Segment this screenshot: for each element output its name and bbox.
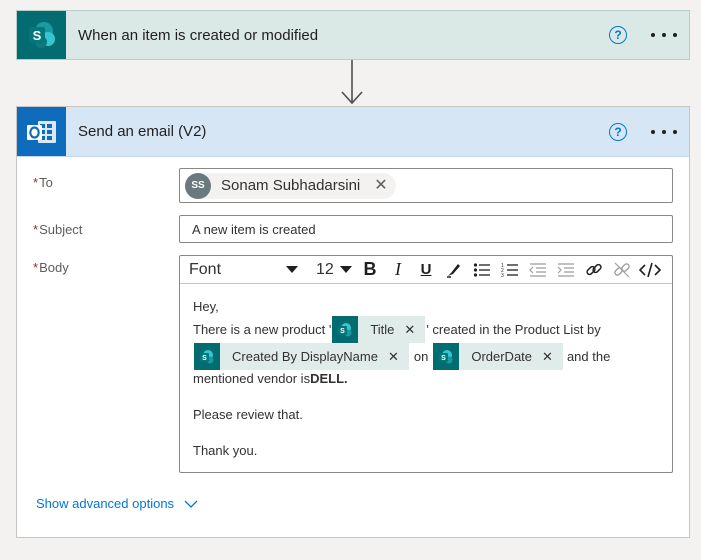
body-editor[interactable]: Font 12 B I U 123 Hey, There is a new pr… (179, 255, 673, 473)
close-icon[interactable]: ✕ (374, 177, 387, 194)
sharepoint-icon: S (332, 316, 359, 343)
svg-text:S: S (340, 328, 345, 335)
trigger-card[interactable]: S When an item is created or modified ? (16, 10, 690, 60)
svg-text:S: S (32, 28, 41, 43)
more-options-icon[interactable] (651, 129, 677, 134)
body-line: Thank you. (193, 443, 258, 458)
body-line: Hey, (193, 299, 219, 314)
font-size-select[interactable]: 12 (312, 258, 356, 282)
body-line: mentioned vendor is DELL. (193, 371, 348, 386)
help-icon[interactable]: ? (609, 26, 627, 44)
to-label: *To (33, 175, 53, 190)
recipient-chip[interactable]: SS Sonam Subhadarsini ✕ (185, 172, 396, 199)
italic-button[interactable]: I (384, 258, 412, 282)
decrease-indent-icon[interactable] (524, 258, 552, 282)
numbered-list-icon[interactable]: 123 (496, 258, 524, 282)
close-icon[interactable]: ✕ (404, 321, 425, 339)
unlink-icon[interactable] (608, 258, 636, 282)
avatar: SS (185, 172, 211, 199)
trigger-title: When an item is created or modified (78, 26, 319, 44)
body-line: There is a new product ' S Title ✕ ' cre… (193, 316, 672, 343)
bold-button[interactable]: B (356, 258, 384, 282)
dynamic-token-order-date[interactable]: S OrderDate ✕ (433, 343, 563, 370)
connector-arrow-icon (341, 60, 363, 105)
action-title: Send an email (V2) (78, 123, 207, 140)
link-icon[interactable] (580, 258, 608, 282)
body-line: Please review that. (193, 407, 303, 422)
chevron-down-icon (184, 500, 198, 508)
increase-indent-icon[interactable] (552, 258, 580, 282)
recipient-name: Sonam Subhadarsini (221, 177, 361, 194)
sharepoint-icon: S (194, 343, 220, 370)
subject-input[interactable]: A new item is created (179, 215, 673, 243)
show-advanced-options-link[interactable]: Show advanced options (36, 496, 198, 511)
vendor-name: DELL. (310, 371, 348, 386)
required-marker: * (33, 222, 39, 237)
bullet-list-icon[interactable] (468, 258, 496, 282)
required-marker: * (33, 175, 39, 190)
dynamic-token-created-by[interactable]: S Created By DisplayName ✕ (194, 343, 409, 370)
required-marker: * (33, 260, 39, 275)
font-select[interactable]: Font (186, 258, 302, 282)
body-content[interactable]: Hey, There is a new product ' S Title ✕ … (180, 284, 672, 460)
chevron-down-icon (340, 266, 352, 273)
body-line: S Created By DisplayName ✕ on S OrderDat… (193, 343, 672, 370)
more-options-icon[interactable] (651, 33, 677, 37)
close-icon[interactable]: ✕ (542, 348, 563, 366)
action-card: Send an email (V2) ? *To SS Sonam Subhad… (16, 106, 690, 538)
svg-text:3: 3 (501, 273, 504, 278)
sharepoint-icon: S (17, 11, 66, 59)
help-icon[interactable]: ? (609, 122, 627, 141)
chevron-down-icon (286, 266, 298, 273)
code-view-icon[interactable] (636, 258, 664, 282)
editor-toolbar: Font 12 B I U 123 (180, 256, 672, 284)
svg-text:S: S (441, 355, 446, 362)
body-label: *Body (33, 260, 69, 275)
highlight-icon[interactable] (440, 258, 468, 282)
close-icon[interactable]: ✕ (388, 348, 409, 366)
sharepoint-icon: S (433, 343, 460, 370)
svg-text:S: S (202, 355, 207, 362)
subject-label: *Subject (33, 222, 83, 237)
outlook-icon (17, 107, 66, 156)
action-header[interactable]: Send an email (V2) ? (17, 107, 689, 157)
to-field[interactable]: SS Sonam Subhadarsini ✕ (179, 168, 673, 203)
dynamic-token-title[interactable]: S Title ✕ (332, 316, 426, 343)
underline-button[interactable]: U (412, 258, 440, 282)
